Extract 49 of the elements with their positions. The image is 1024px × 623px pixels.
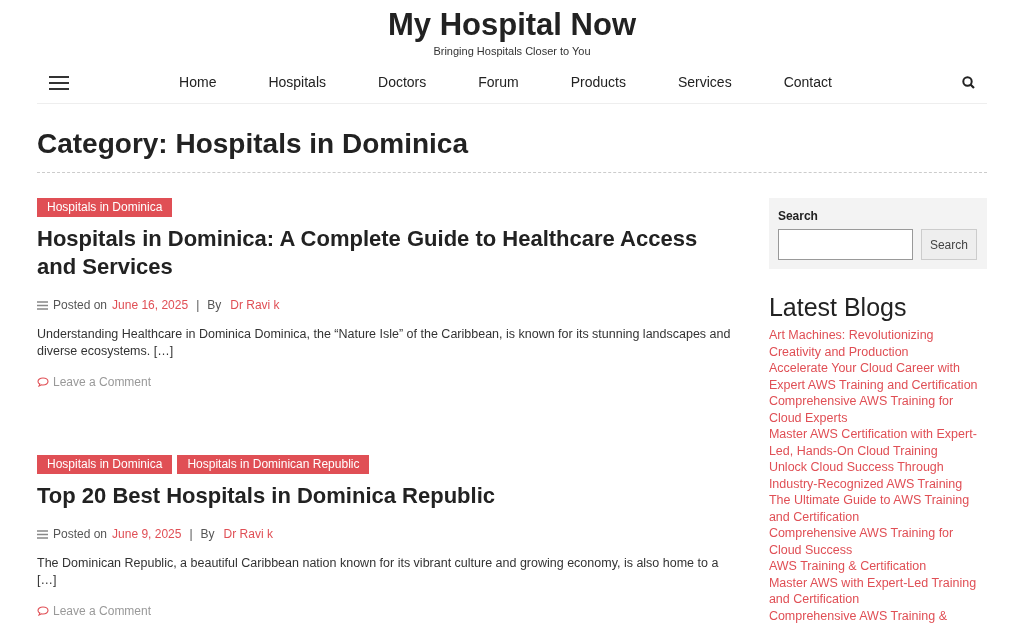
blog-link[interactable]: Accelerate Your Cloud Career with Expert AWS Training and Certification xyxy=(768,360,987,393)
meta-separator: | xyxy=(189,526,193,543)
posted-label: Posted on xyxy=(53,297,108,314)
by-label: By xyxy=(200,526,215,543)
post-date[interactable]: June 9, 2025 xyxy=(112,525,182,543)
post-excerpt: The Dominican Republic, a beautiful Caribbean nation known for its vibrant culture and growing economy, is also home to a […] xyxy=(37,555,720,589)
blog-link[interactable]: Master AWS with Expert-Led Training and Certification xyxy=(768,574,987,608)
post-author[interactable]: Dr Ravi k xyxy=(223,525,273,543)
blog-link[interactable]: Unlock Cloud Success Through Industry-Recognized AWS Training xyxy=(768,459,987,492)
nav-link[interactable]: Home xyxy=(179,72,217,93)
nav-link[interactable]: Services xyxy=(677,72,732,93)
menu-icon[interactable] xyxy=(49,75,69,90)
list-icon xyxy=(37,300,48,310)
nav-link[interactable]: Doctors xyxy=(378,72,427,93)
comment-link[interactable]: Leave a Comment xyxy=(53,602,152,620)
list-icon xyxy=(37,529,48,539)
post-date[interactable]: June 16, 2025 xyxy=(112,296,189,314)
meta-separator: | xyxy=(196,297,200,314)
blog-link[interactable]: The Ultimate Guide to AWS Training and Certification xyxy=(768,492,987,525)
category-tag[interactable]: Hospitals in Dominican Republic xyxy=(177,455,370,474)
blog-link[interactable]: Comprehensive AWS Training for Cloud Success xyxy=(768,525,987,558)
blog-link[interactable]: Comprehensive AWS Training & xyxy=(768,607,987,623)
comment-icon xyxy=(37,377,49,387)
blog-link[interactable]: Art Machines: Revolutionizing Creativity and Production xyxy=(768,327,987,360)
by-label: By xyxy=(207,297,222,314)
nav-link[interactable]: Contact xyxy=(783,72,832,93)
blog-link[interactable]: Master AWS Certification with Expert-Led, Hands-On Cloud Training xyxy=(768,426,987,459)
blog-link[interactable]: AWS Training & Certification xyxy=(768,558,987,575)
site-title[interactable]: My Hospital Now xyxy=(388,6,636,44)
posted-label: Posted on xyxy=(53,526,108,543)
search-label: Search xyxy=(777,208,819,225)
post-title[interactable]: Hospitals in Dominica: A Complete Guide to Healthcare Access and Services xyxy=(37,225,741,281)
nav-link[interactable]: Products xyxy=(570,72,626,93)
site-tagline: Bringing Hospitals Closer to You xyxy=(433,44,591,58)
comment-icon xyxy=(37,606,49,616)
search-button[interactable]: Search xyxy=(920,229,977,260)
post-author[interactable]: Dr Ravi k xyxy=(230,296,280,314)
post-excerpt: Understanding Healthcare in Dominica Dominica, the “Nature Isle” of the Caribbean, is known for its stunning landscapes and diverse ecosystems. […] xyxy=(37,326,732,360)
page-title: Category: Hospitals in Dominica xyxy=(37,126,987,173)
blog-link[interactable]: Comprehensive AWS Training for Cloud Experts xyxy=(768,393,987,426)
widget-title: Latest Blogs xyxy=(768,292,908,323)
search-field[interactable] xyxy=(777,229,913,260)
nav-link[interactable]: Forum xyxy=(478,72,519,93)
comment-link[interactable]: Leave a Comment xyxy=(53,373,152,391)
post-title[interactable]: Top 20 Best Hospitals in Dominica Republic xyxy=(37,482,741,510)
nav-link[interactable]: Hospitals xyxy=(268,72,327,93)
category-tag[interactable]: Hospitals in Dominica xyxy=(37,198,173,217)
category-tag[interactable]: Hospitals in Dominica xyxy=(37,455,173,474)
search-icon[interactable] xyxy=(962,76,975,89)
